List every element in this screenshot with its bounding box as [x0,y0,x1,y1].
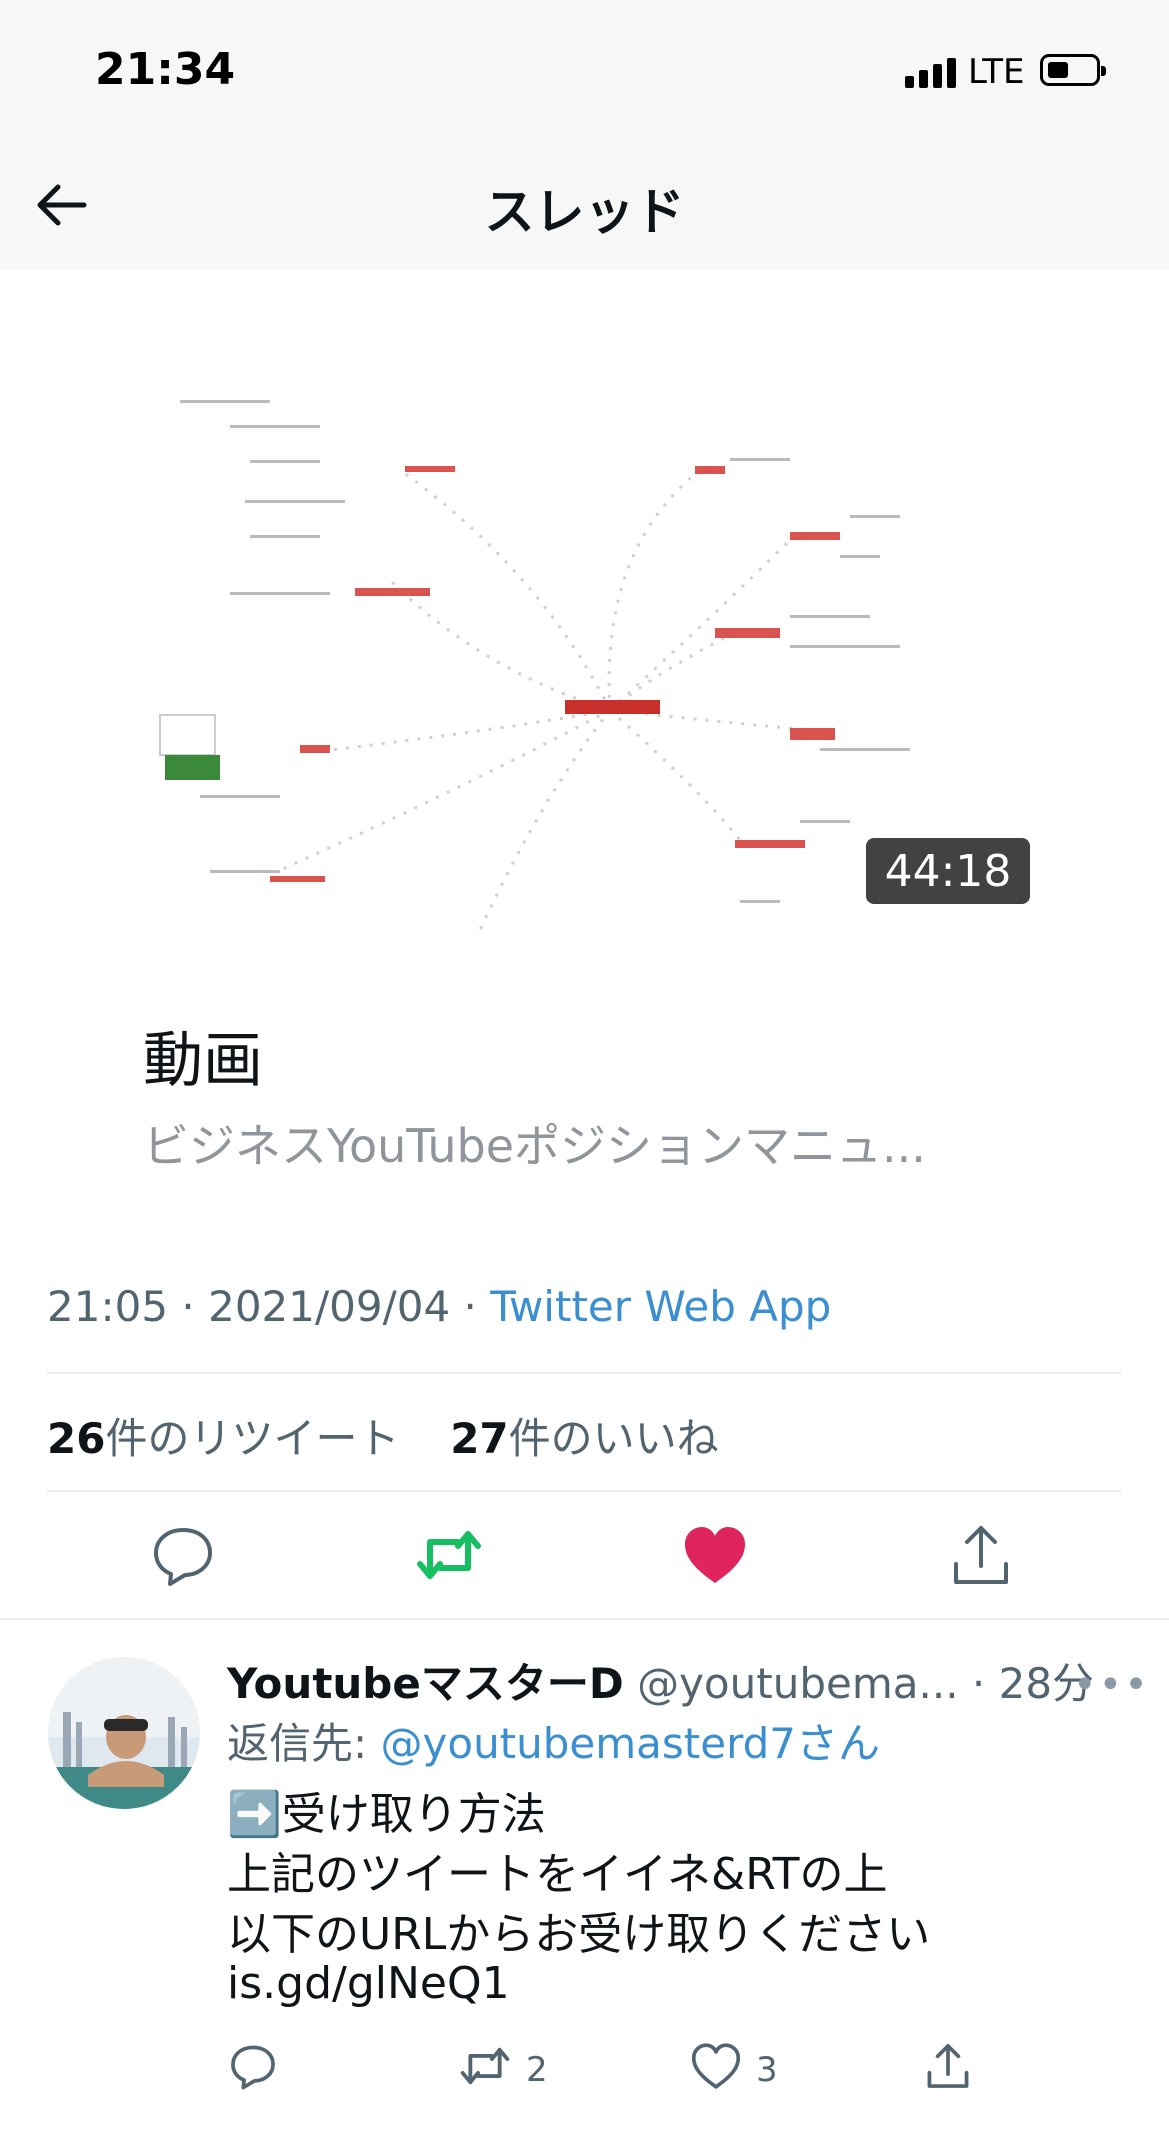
likes-label: 件のいいね [508,1414,719,1463]
reply-body-line: 上記のツイートをイイネ&RTの上 [227,1849,888,1900]
reply-to-label: 返信先: [227,1719,381,1768]
reply-reply-button[interactable] [227,2040,279,2100]
avatar[interactable] [48,1657,200,1809]
reply-retweet-button[interactable]: 2 [458,2040,548,2100]
retweets-label: 件のリツイート [105,1414,400,1463]
meta-separator: · [450,1282,491,1331]
reply-to: 返信先: @youtubemasterd7さん [227,1710,880,1771]
divider [0,1618,1169,1620]
tweet-time: 21:05 [47,1282,169,1331]
retweet-icon[interactable] [414,1520,484,1590]
likes-stat[interactable]: 27件のいいね [450,1414,718,1463]
reply-like-button[interactable]: 3 [690,2040,778,2100]
more-options-icon[interactable]: ••• [1073,1662,1150,1708]
reply-author-handle[interactable]: @youtubema... [637,1659,958,1708]
retweet-icon[interactable] [458,2039,512,2102]
reply-body-line: ➡️受け取り方法 [227,1789,546,1840]
reply-icon[interactable] [148,1520,218,1590]
tweet-date: 2021/09/04 [208,1282,451,1331]
retweets-stat[interactable]: 26件のリツイート [47,1414,399,1463]
battery-icon [1040,54,1106,86]
share-icon[interactable] [946,1520,1016,1590]
network-label: LTE [968,52,1025,92]
heart-filled-icon[interactable] [680,1520,750,1590]
reply-like-count: 3 [756,2050,778,2090]
card-subtitle[interactable]: ビジネスYouTubeポジションマニュ... [143,1110,926,1176]
reply-author-name[interactable]: YoutubeマスターD [227,1659,624,1708]
reply-body-line: 以下のURLからお受け取りください [227,1909,931,1960]
tweet-meta: 21:05 · 2021/09/04 · Twitter Web App [47,1282,831,1331]
tweet-source-link[interactable]: Twitter Web App [490,1282,831,1331]
meta-separator: · [168,1282,209,1331]
reply-author[interactable]: YoutubeマスターD @youtubema... · 28分 [227,1650,1094,1711]
page-title: スレッド [484,183,685,241]
reply-share-button[interactable] [922,2040,974,2100]
card-title[interactable]: 動画 [143,1012,263,1099]
heart-icon[interactable] [690,2040,742,2101]
retweets-count: 26 [47,1414,106,1463]
reply-separator: · [958,1659,999,1708]
status-time: 21:34 [95,44,236,95]
reply-to-handle[interactable]: @youtubemasterd7さん [381,1719,881,1768]
divider [47,1372,1121,1374]
likes-count: 27 [450,1414,509,1463]
signal-icon [905,58,956,88]
share-icon[interactable] [922,2040,974,2101]
video-duration-badge: 44:18 [866,838,1030,904]
reply-link[interactable]: is.gd/glNeQ1 [227,1958,510,2009]
tweet-stats: 26件のリツイート 27件のいいね [47,1405,719,1466]
reply-retweet-count: 2 [526,2050,548,2090]
reply-icon[interactable] [227,2040,279,2101]
divider [47,1490,1121,1492]
